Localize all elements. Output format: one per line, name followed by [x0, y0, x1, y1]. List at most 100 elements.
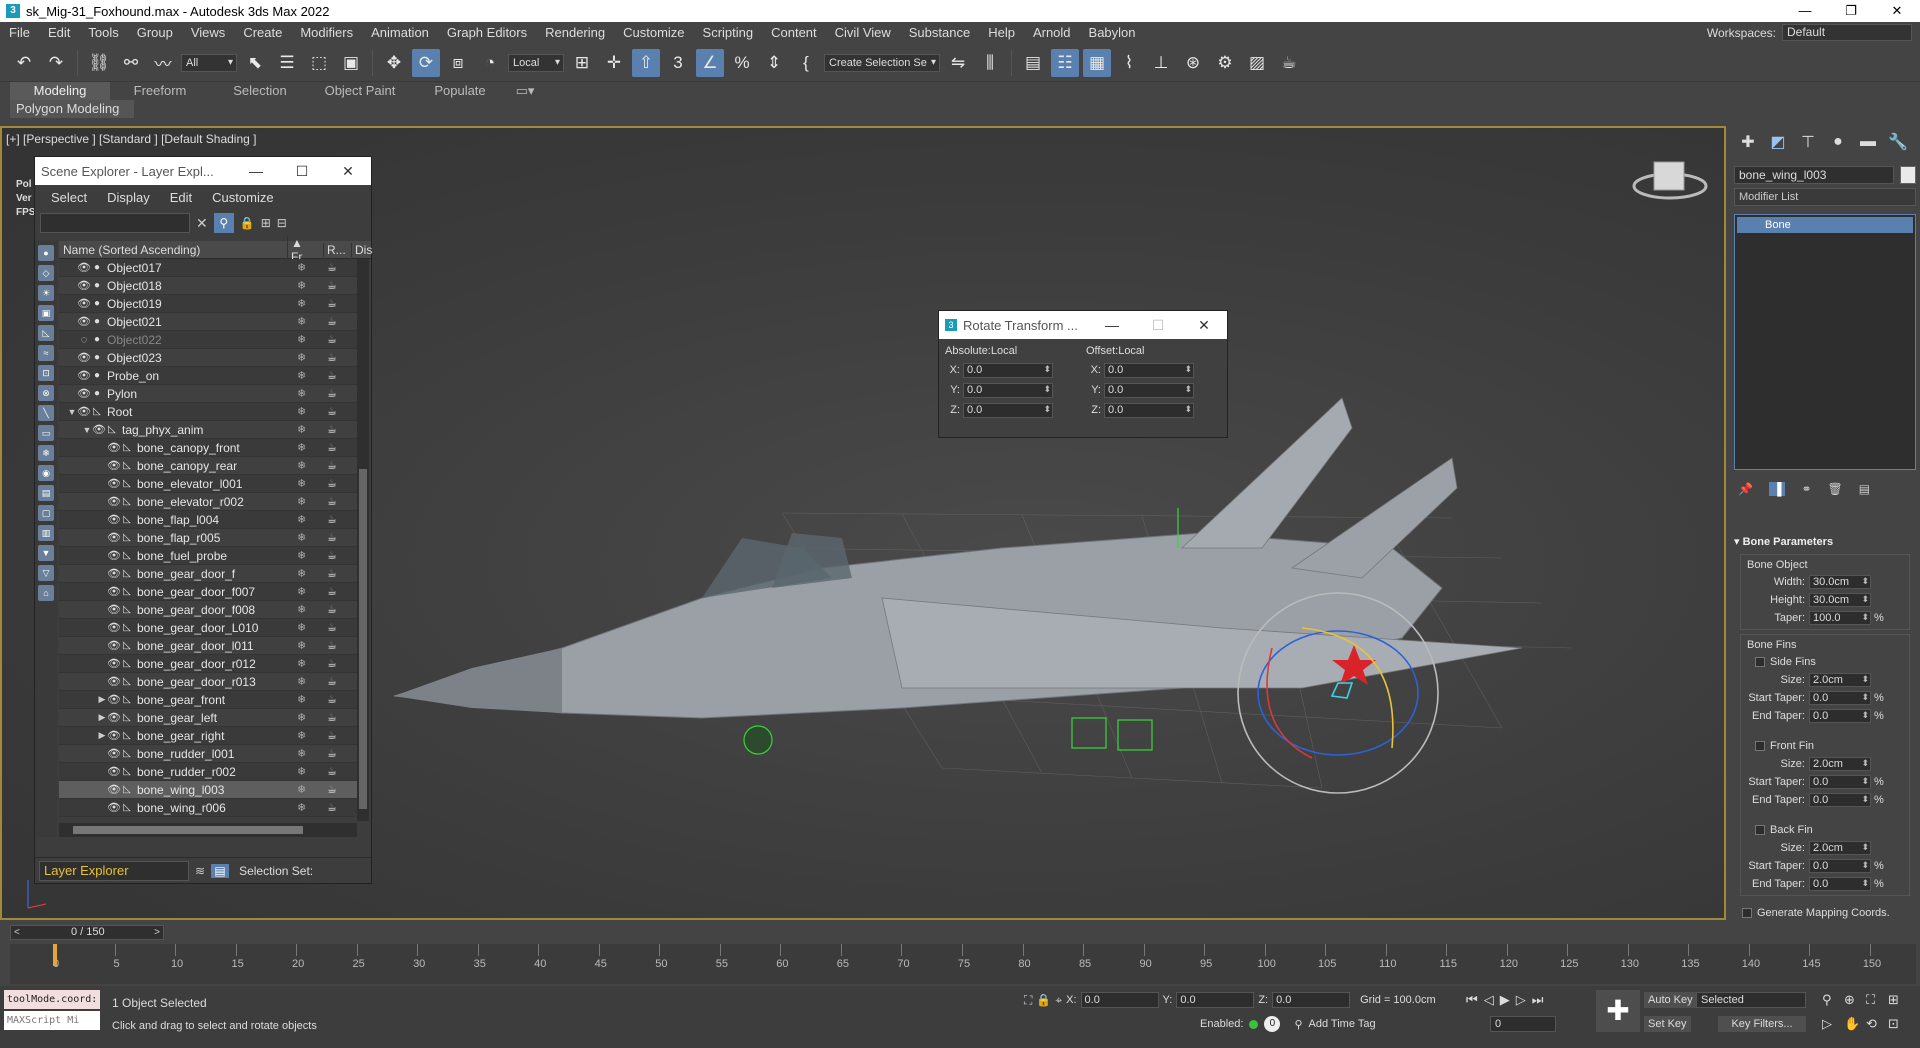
rd-maximize-button[interactable]: ☐	[1135, 317, 1181, 334]
renderable-icon[interactable]: ☕	[327, 801, 337, 814]
time-slider-prev-icon[interactable]: <	[14, 926, 20, 939]
list-item[interactable]: ▼ 👁 ◺ Root ❄ ☕	[59, 403, 357, 421]
freeze-icon[interactable]: ❄	[297, 747, 306, 760]
visibility-eye-icon[interactable]: 👁	[107, 621, 121, 634]
menu-babylon[interactable]: Babylon	[1080, 22, 1145, 44]
visibility-eye-icon[interactable]: 👁	[107, 477, 121, 490]
key-filters-button[interactable]: Key Filters...	[1718, 1016, 1806, 1032]
freeze-icon[interactable]: ❄	[297, 279, 306, 292]
unlink-icon[interactable]: ⚯	[117, 49, 145, 77]
bones-filter-icon[interactable]: ╲	[38, 405, 54, 421]
renderable-icon[interactable]: ☕	[327, 333, 337, 346]
visibility-eye-icon[interactable]: 👁	[107, 693, 121, 706]
list-item[interactable]: 👁 ◺ bone_gear_door_f ❄ ☕	[59, 565, 357, 583]
select-by-name-icon[interactable]: ☰	[273, 49, 301, 77]
geometry-filter-icon[interactable]: ●	[38, 245, 54, 261]
explorer-type-dropdown[interactable]: Layer Explorer	[39, 860, 189, 881]
freeze-icon[interactable]: ❄	[297, 459, 306, 472]
zoom-extents-icon[interactable]: ⛶	[1866, 992, 1888, 1008]
list-item[interactable]: 👁 ◺ bone_gear_door_f008 ❄ ☕	[59, 601, 357, 619]
freeze-icon[interactable]: ❄	[297, 333, 306, 346]
menu-substance[interactable]: Substance	[900, 22, 979, 44]
time-tag-icon[interactable]: ⚲	[1294, 1018, 1302, 1031]
layers-icon[interactable]: ≋	[195, 864, 205, 878]
list-item[interactable]: 👁 ◺ bone_elevator_l001 ❄ ☕	[59, 475, 357, 493]
visibility-eye-icon[interactable]: 👁	[107, 585, 121, 598]
filter-funnel-icon[interactable]: ▽	[38, 565, 54, 581]
renderable-icon[interactable]: ☕	[327, 423, 337, 436]
list-item[interactable]: 👁 ● Pylon ❄ ☕	[59, 385, 357, 403]
list-item[interactable]: 👁 ◺ bone_flap_l004 ❄ ☕	[59, 511, 357, 529]
menu-edit[interactable]: Edit	[39, 22, 79, 44]
menu-help[interactable]: Help	[979, 22, 1024, 44]
keyboard-shortcut-override-icon[interactable]: ⇧	[632, 48, 660, 77]
selection-set-toggle-icon[interactable]: ▤	[211, 863, 230, 878]
renderable-icon[interactable]: ☕	[327, 459, 337, 472]
display-all-icon[interactable]: ▤	[38, 485, 54, 501]
off-z-spinner[interactable]: 0.0	[1104, 402, 1194, 418]
menu-civil-view[interactable]: Civil View	[826, 22, 900, 44]
bone-parameters-title[interactable]: ▾ Bone Parameters	[1734, 534, 1916, 550]
front-end-taper-spinner[interactable]: 0.0	[1809, 793, 1871, 807]
list-item[interactable]: ▶ 👁 ◺ bone_gear_right ❄ ☕	[59, 727, 357, 745]
ribbon-tab-selection[interactable]: Selection	[210, 82, 310, 100]
freeze-icon[interactable]: ❄	[297, 567, 306, 580]
freeze-icon[interactable]: ❄	[297, 261, 306, 274]
create-tab-icon[interactable]: ✚	[1738, 132, 1758, 152]
auto-key-button[interactable]: Auto Key	[1644, 992, 1697, 1008]
back-end-taper-spinner[interactable]: 0.0	[1809, 877, 1871, 891]
select-object-icon[interactable]: ⬉	[241, 49, 269, 77]
back-fin-checkbox[interactable]: Back Fin	[1741, 821, 1909, 839]
frozen-filter-icon[interactable]: ❄	[38, 445, 54, 461]
align-icon[interactable]: ⫼	[976, 49, 1004, 77]
freeze-icon[interactable]: ❄	[297, 801, 306, 814]
list-item[interactable]: 👁 ◺ bone_gear_door_r013 ❄ ☕	[59, 673, 357, 691]
rotate-icon[interactable]: ⟳	[412, 48, 440, 77]
visibility-eye-icon[interactable]: 👁	[107, 729, 121, 742]
helpers-filter-icon[interactable]: ◺	[38, 325, 54, 341]
field-of-view-icon[interactable]: ▷	[1822, 1016, 1844, 1032]
scale-icon[interactable]: ⧈	[444, 49, 472, 77]
spinner-snap-icon[interactable]: ⇕	[760, 49, 788, 77]
time-slider-next-icon[interactable]: >	[154, 926, 160, 939]
menu-scripting[interactable]: Scripting	[694, 22, 763, 44]
visibility-eye-icon[interactable]: 👁	[107, 531, 121, 544]
display-tab-icon[interactable]: ▬	[1858, 133, 1878, 151]
zoom-icon[interactable]: ⚲	[1822, 992, 1844, 1008]
link-icon[interactable]: ⛓	[85, 49, 113, 77]
visibility-eye-icon[interactable]: 👁	[107, 801, 121, 814]
current-frame-field[interactable]: 0	[1490, 1016, 1556, 1032]
renderable-icon[interactable]: ☕	[327, 711, 337, 724]
set-key-button[interactable]: Set Key	[1644, 1016, 1691, 1032]
rd-close-button[interactable]: ✕	[1181, 317, 1227, 334]
z-coord-field[interactable]: 0.0	[1272, 992, 1351, 1008]
list-item[interactable]: 👁 ◺ bone_gear_door_L010 ❄ ☕	[59, 619, 357, 637]
width-spinner[interactable]: 30.0cm	[1809, 575, 1871, 589]
column-name[interactable]: Name (Sorted Ascending)	[59, 243, 287, 257]
freeze-icon[interactable]: ❄	[297, 315, 306, 328]
list-item[interactable]: ▶ 👁 ◺ bone_gear_left ❄ ☕	[59, 709, 357, 727]
track-bar[interactable]: 0510152025303540455055606570758085909510…	[10, 944, 1916, 984]
add-time-tag[interactable]: Add Time Tag	[1309, 1018, 1376, 1030]
toggle-ribbon-icon[interactable]: ▦	[1083, 48, 1111, 77]
material-editor-icon[interactable]: ⊛	[1179, 49, 1207, 77]
visibility-eye-icon[interactable]: 👁	[107, 603, 121, 616]
list-item[interactable]: 👁 ● Object023 ❄ ☕	[59, 349, 357, 367]
front-size-spinner[interactable]: 2.0cm	[1809, 757, 1871, 771]
renderable-icon[interactable]: ☕	[327, 693, 337, 706]
freeze-icon[interactable]: ❄	[297, 369, 306, 382]
make-unique-icon[interactable]: ⚭	[1801, 482, 1811, 496]
taper-spinner[interactable]: 100.0	[1809, 611, 1871, 625]
menu-create[interactable]: Create	[234, 22, 291, 44]
renderable-icon[interactable]: ☕	[327, 495, 337, 508]
display-none-icon[interactable]: ▢	[38, 505, 54, 521]
visibility-eye-icon[interactable]: 👁	[107, 783, 121, 796]
expand-arrow-icon[interactable]: ▶	[97, 694, 107, 705]
reference-coordinate-dropdown[interactable]: Local	[508, 53, 564, 72]
freeze-icon[interactable]: ❄	[297, 765, 306, 778]
renderable-icon[interactable]: ☕	[327, 657, 337, 670]
renderable-icon[interactable]: ☕	[327, 387, 337, 400]
hierarchy-tab-icon[interactable]: ⊤	[1798, 132, 1818, 152]
freeze-icon[interactable]: ❄	[297, 531, 306, 544]
side-end-taper-spinner[interactable]: 0.0	[1809, 709, 1871, 723]
